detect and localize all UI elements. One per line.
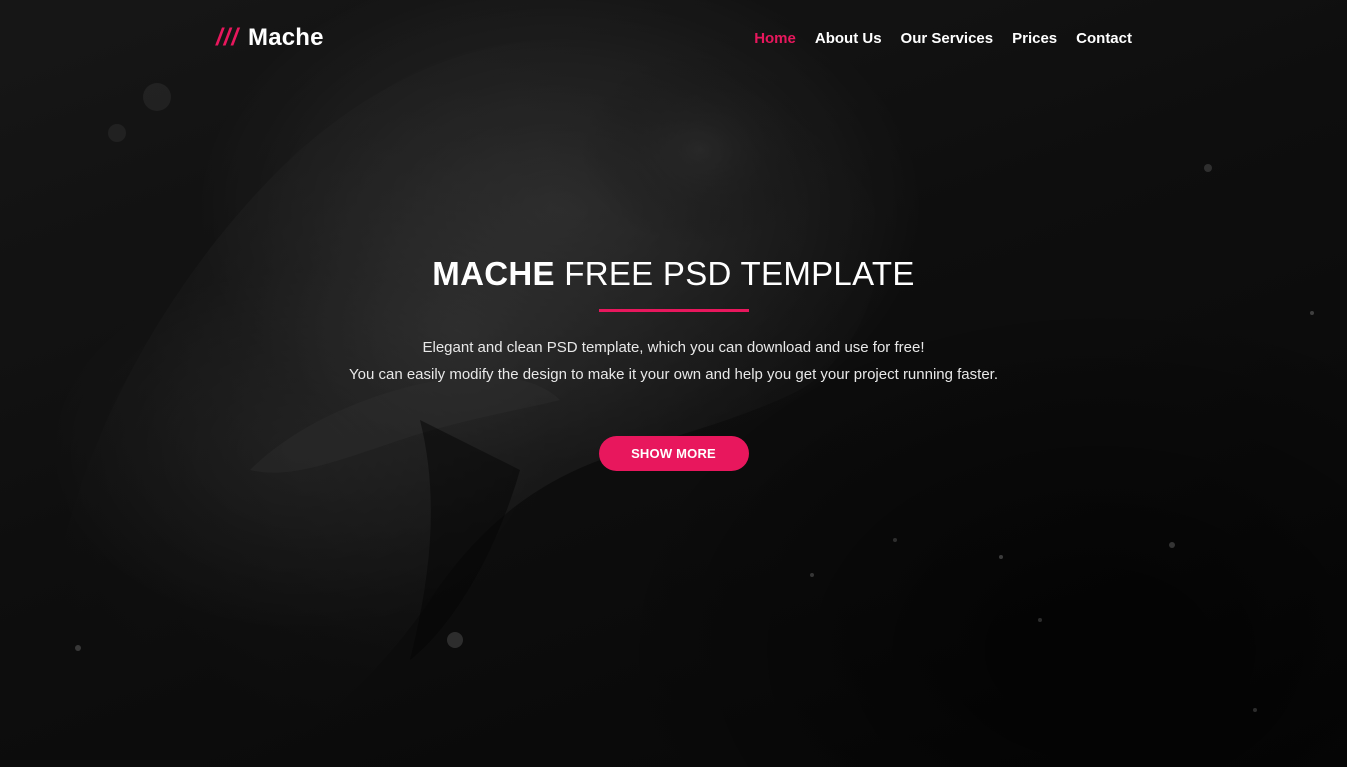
hero-description: Elegant and clean PSD template, which yo… [0,334,1347,388]
hero-text-line-2: You can easily modify the design to make… [349,366,998,383]
hero-title-light: FREE PSD TEMPLATE [564,255,915,292]
hero-title-strong: MACHE [432,255,555,292]
site-logo[interactable]: /// Mache [216,24,324,52]
logo-mark: /// [216,24,240,51]
nav-link-prices[interactable]: Prices [1012,30,1057,47]
main-nav: Home About Us Our Services Prices Contac… [754,30,1132,47]
nav-link-our-services[interactable]: Our Services [901,30,994,47]
site-header: /// Mache Home About Us Our Services Pric… [0,0,1347,80]
nav-link-home[interactable]: Home [754,30,796,47]
hero-section: /// Mache Home About Us Our Services Pric… [0,0,1347,767]
title-divider [598,309,749,312]
hero-text-line-1: Elegant and clean PSD template, which yo… [422,339,925,356]
nav-link-contact[interactable]: Contact [1076,30,1132,47]
logo-text: Mache [248,24,324,51]
hero-content: MACHE FREE PSD TEMPLATE Elegant and clea… [0,252,1347,471]
show-more-button[interactable]: SHOW MORE [598,436,749,471]
nav-link-about-us[interactable]: About Us [815,30,882,47]
hero-title: MACHE FREE PSD TEMPLATE [0,252,1347,296]
